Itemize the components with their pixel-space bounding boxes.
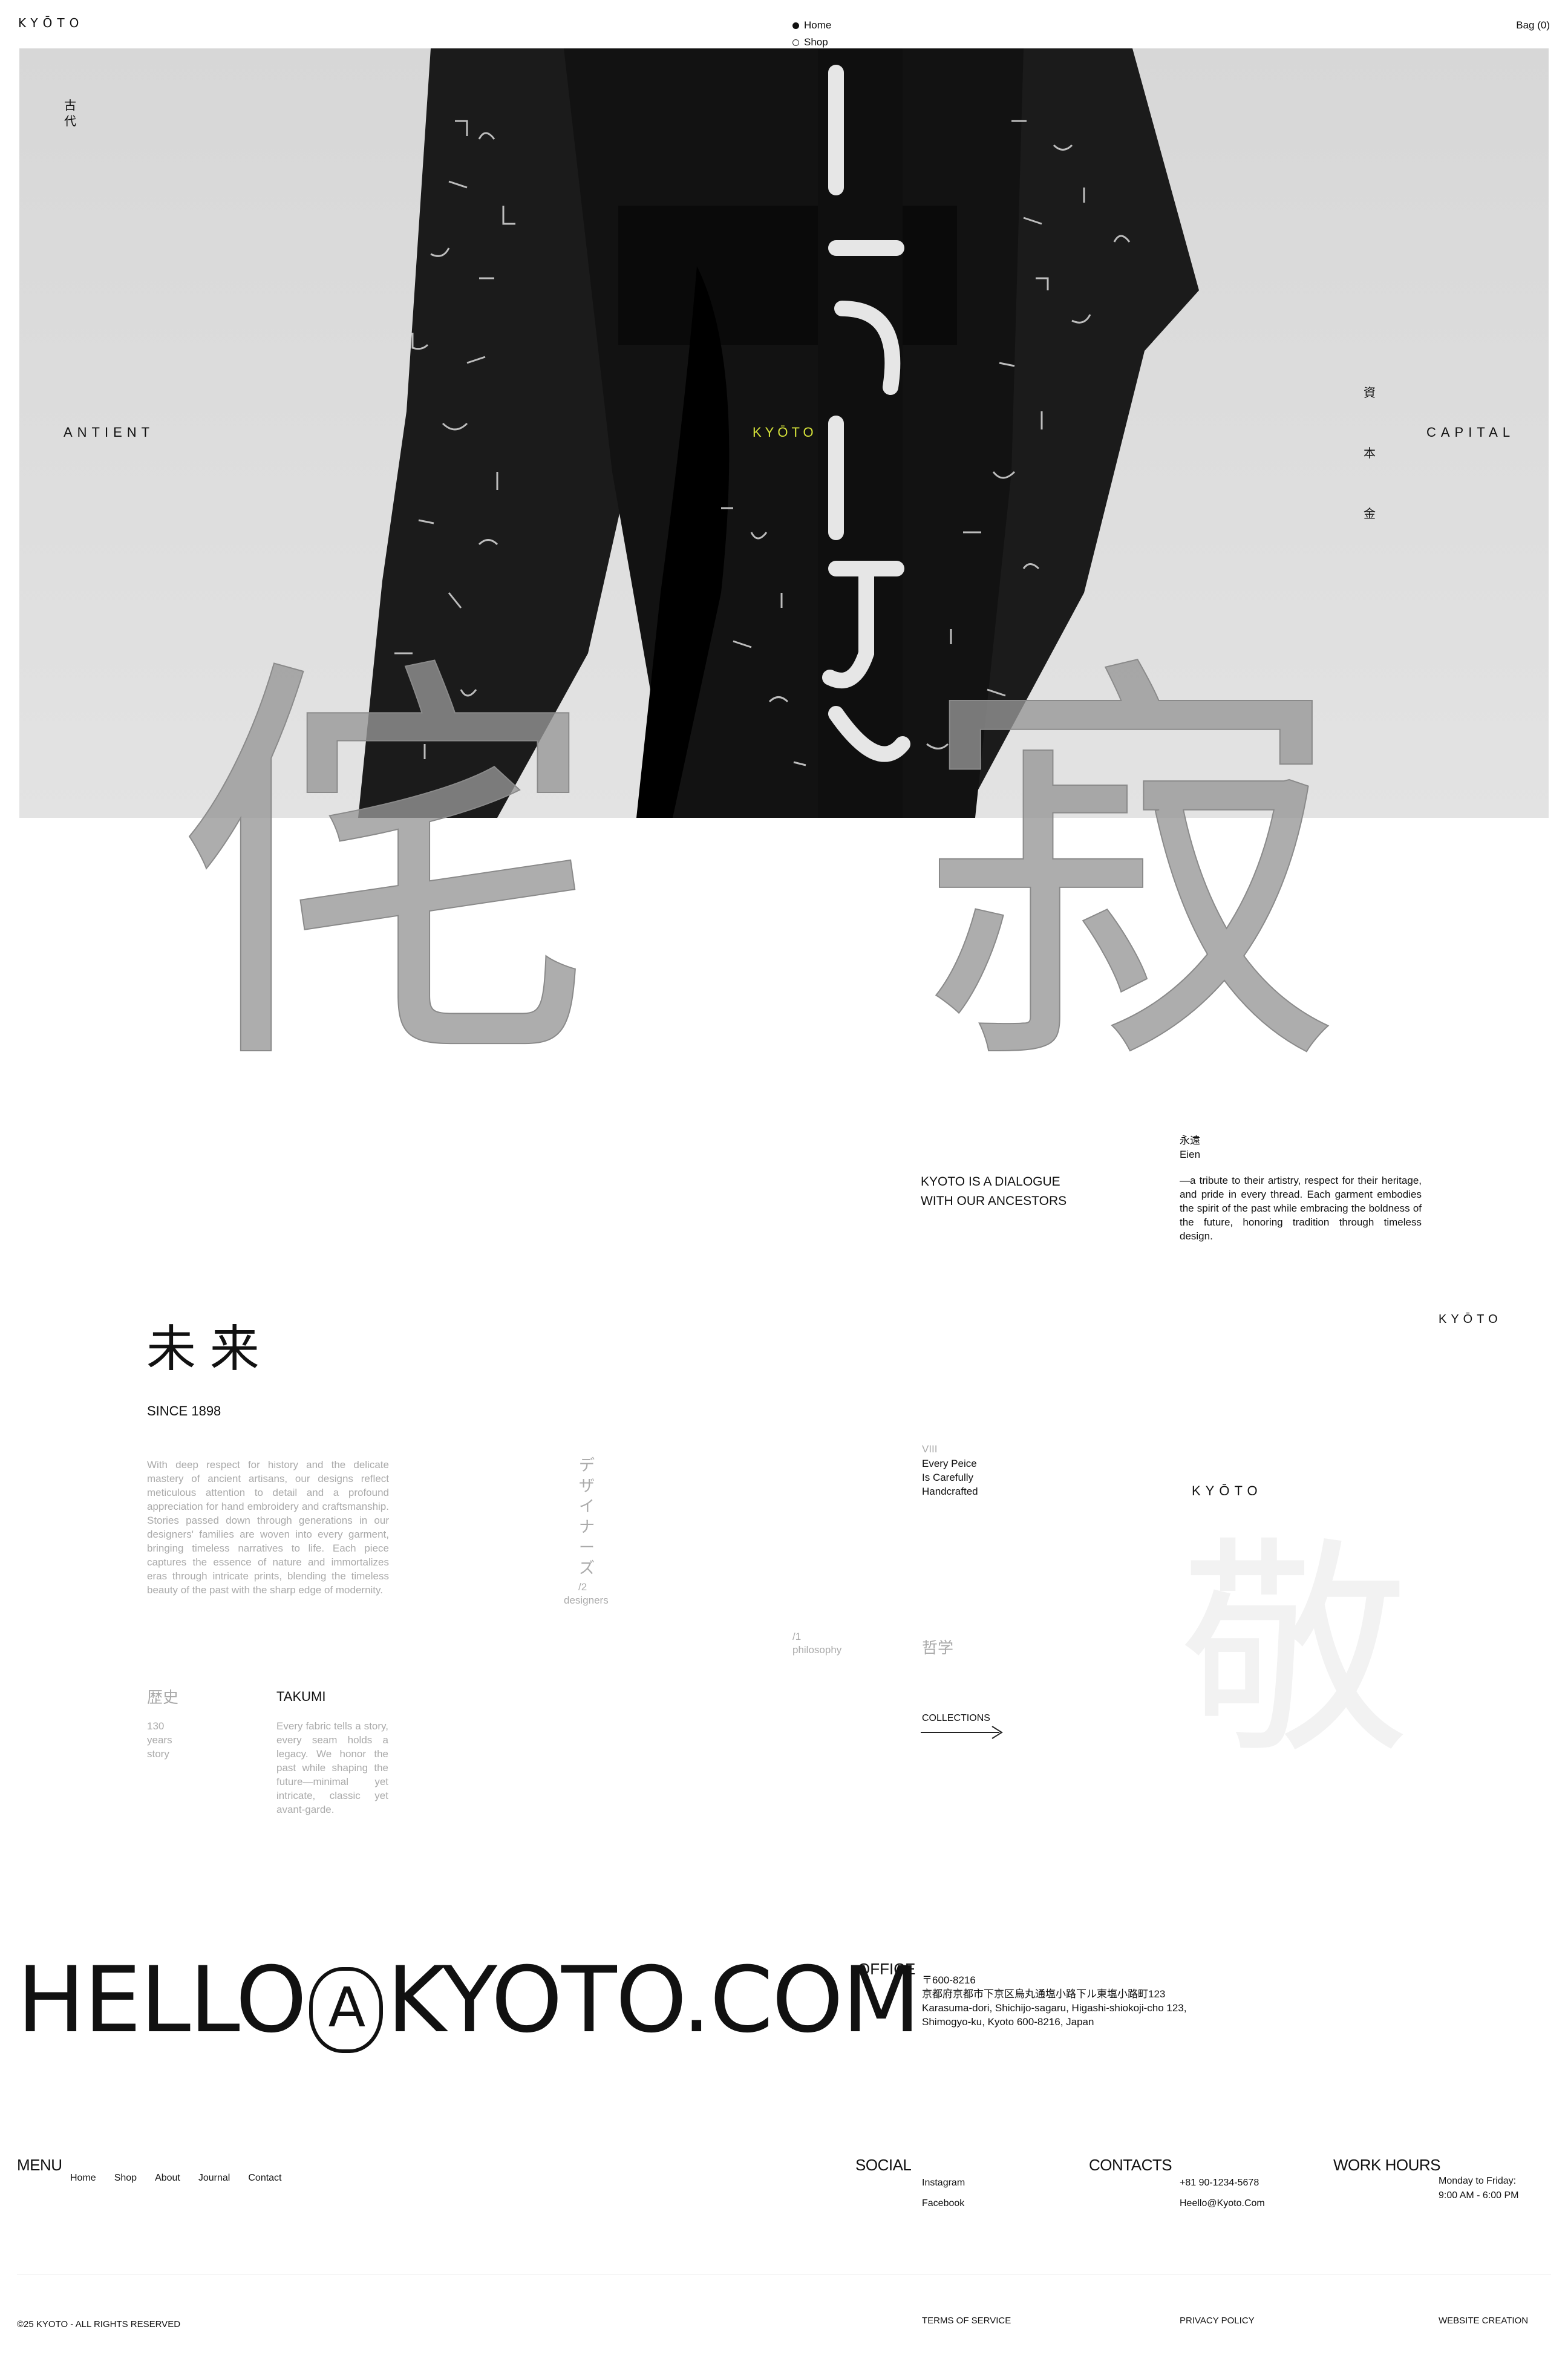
intro-tagline: KYOTO IS A DIALOGUE WITH OUR ANCESTORS <box>921 1175 1067 1208</box>
since-label: SINCE 1898 <box>147 1403 221 1418</box>
philosophy-number: /1 <box>792 1631 802 1642</box>
designers-kana: デ ザ イ ナ ー ズ <box>578 1456 595 1577</box>
office-address: 〒600-8216 京都府京都市下京区烏丸通塩小路下ル東塩小路町123 Kara… <box>922 1974 1187 2028</box>
website-creation-link[interactable]: WEBSITE CREATION <box>1439 2314 1528 2328</box>
instagram-link[interactable]: Instagram <box>922 2173 965 2193</box>
footer-social: Instagram Facebook <box>922 2173 965 2214</box>
collections-link[interactable]: COLLECTIONS <box>922 1713 990 1724</box>
work-hours: Monday to Friday: 9:00 AM - 6:00 PM <box>1439 2176 1519 2201</box>
email-link[interactable]: Heello@Kyoto.Com <box>1180 2193 1265 2214</box>
footer-link-home[interactable]: Home <box>70 2173 96 2184</box>
kei-kanji: 敬 <box>1180 1517 1410 1785</box>
eien-romaji: Eien <box>1180 1149 1201 1160</box>
office-label: OFFICE <box>858 1960 916 1978</box>
designers-label[interactable]: designers <box>564 1593 609 1607</box>
hero-right-word: CAPITAL <box>1426 425 1515 440</box>
nav-active-dot-icon <box>792 22 799 30</box>
footer-link-shop[interactable]: Shop <box>114 2173 137 2184</box>
wabi-kanji: 侘 <box>175 624 599 1117</box>
takumi-title: TAKUMI <box>276 1689 326 1704</box>
privacy-link[interactable]: PRIVACY POLICY <box>1180 2314 1255 2328</box>
mirai-kanji: 未 来 <box>146 1322 260 1377</box>
designers-number: /2 <box>578 1581 587 1593</box>
site-logo[interactable]: KYŌTO <box>18 16 83 30</box>
mid-logo: KYŌTO <box>1192 1483 1263 1498</box>
copyright: ©25 KYOTO - ALL RIGHTS RESERVED <box>17 2319 181 2329</box>
story-paragraph: With deep respect for history and the de… <box>147 1459 389 1596</box>
eien-kanji: 永遠 <box>1180 1135 1200 1146</box>
email-headline[interactable]: HELLO A KYOTO.COM <box>17 1955 920 2053</box>
terms-link[interactable]: TERMS OF SERVICE <box>922 2314 1011 2328</box>
eien-paragraph: —a tribute to their artistry, respect fo… <box>1180 1175 1422 1242</box>
tetsugaku-kanji: 哲学 <box>922 1639 954 1657</box>
footer-link-contact[interactable]: Contact <box>248 2173 281 2184</box>
hero-left-word: ANTIENT <box>64 425 155 440</box>
footer-link-journal[interactable]: Journal <box>198 2173 230 2184</box>
footer-link-about[interactable]: About <box>155 2173 180 2184</box>
sabi-kanji: 寂 <box>919 624 1344 1117</box>
handcrafted-note: Every Peice Is Carefully Handcrafted <box>922 1458 978 1497</box>
at-sign-icon: A <box>309 1967 384 2053</box>
arrow-right-icon[interactable] <box>921 1725 1005 1740</box>
hero-center-logo: KYŌTO <box>753 425 817 440</box>
phone-link[interactable]: +81 90-1234-5678 <box>1180 2173 1265 2193</box>
footer-contacts-label: CONTACTS <box>1089 2156 1172 2174</box>
nav-dot-icon <box>792 39 799 47</box>
footer-menu: Home Shop About Journal Contact <box>70 2173 282 2184</box>
footer-contacts: +81 90-1234-5678 Heello@Kyoto.Com <box>1180 2173 1265 2214</box>
hero-kanji-kodai: 古 代 <box>64 99 76 128</box>
nav-item-home[interactable]: Home <box>792 17 831 34</box>
years-story: 130 years story <box>147 1720 172 1760</box>
bag-button[interactable]: Bag (0) <box>1516 18 1550 32</box>
footer-social-label: SOCIAL <box>855 2156 912 2174</box>
takumi-paragraph: Every fabric tells a story, every seam h… <box>276 1720 388 1815</box>
rekishi-kanji: 歴史 <box>147 1688 179 1706</box>
hero-kanji-shihonkin: 資 本 金 <box>1364 387 1376 521</box>
footer-menu-label: MENU <box>17 2156 62 2174</box>
footer-hours-label: WORK HOURS <box>1333 2156 1441 2174</box>
story-logo: KYŌTO <box>1439 1313 1502 1326</box>
facebook-link[interactable]: Facebook <box>922 2193 965 2214</box>
roman-numeral: VIII <box>922 1443 938 1455</box>
philosophy-label[interactable]: philosophy <box>792 1643 841 1657</box>
